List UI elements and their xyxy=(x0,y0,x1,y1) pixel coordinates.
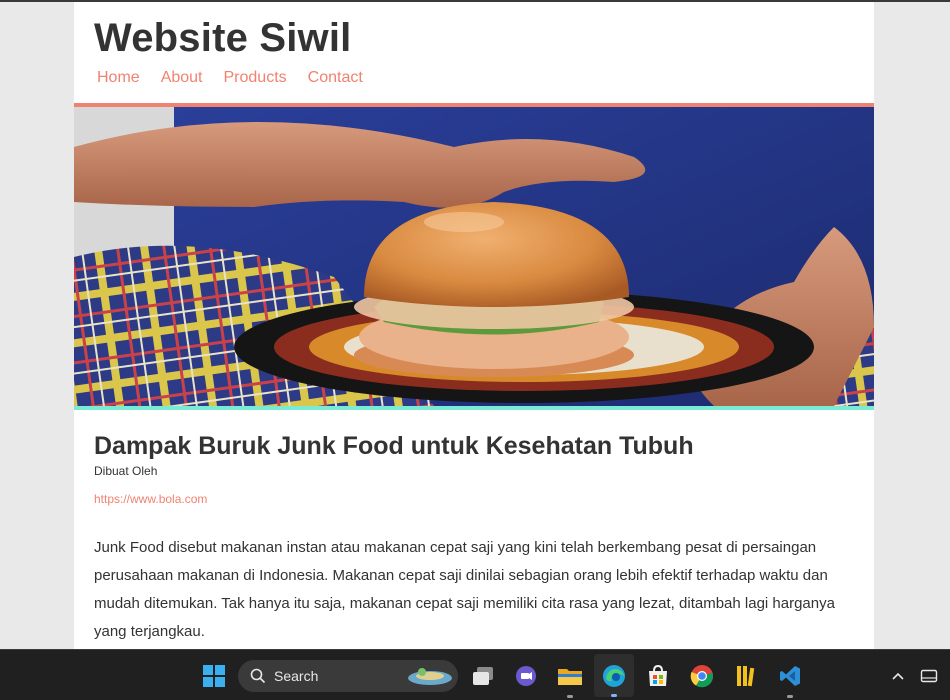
active-indicator xyxy=(611,694,617,697)
search-highlight-icon xyxy=(404,664,454,688)
active-indicator xyxy=(787,695,793,698)
nav-products[interactable]: Products xyxy=(224,69,287,87)
source-link[interactable]: https://www.bola.com xyxy=(94,492,207,506)
search-icon xyxy=(250,668,266,684)
nav-home[interactable]: Home xyxy=(97,69,140,87)
author-label: Dibuat Oleh xyxy=(94,464,158,478)
store-icon[interactable] xyxy=(644,650,672,700)
tray-icon[interactable] xyxy=(918,650,940,700)
edge-icon[interactable] xyxy=(594,654,634,697)
file-explorer-icon[interactable] xyxy=(556,650,584,700)
nav-contact[interactable]: Contact xyxy=(308,69,363,87)
chevron-up-icon[interactable] xyxy=(888,650,908,700)
article-paragraph: Junk Food disebut makanan instan atau ma… xyxy=(94,539,835,640)
taskbar: Search xyxy=(0,649,950,700)
chrome-icon[interactable] xyxy=(688,650,716,700)
hero-image xyxy=(74,103,874,410)
nav-about[interactable]: About xyxy=(161,69,203,87)
windows-start-icon[interactable] xyxy=(200,650,228,700)
page-container: Website Siwil Home About Products Contac… xyxy=(74,2,874,649)
task-view-icon[interactable] xyxy=(469,650,497,700)
active-indicator xyxy=(567,695,573,698)
library-icon[interactable] xyxy=(732,650,760,700)
search-label: Search xyxy=(274,668,319,684)
teams-chat-icon[interactable] xyxy=(512,650,540,700)
article-title: Dampak Buruk Junk Food untuk Kesehatan T… xyxy=(94,432,694,460)
site-title: Website Siwil xyxy=(94,16,352,60)
main-nav: Home About Products Contact xyxy=(97,69,384,87)
taskbar-search-input[interactable]: Search xyxy=(238,660,458,692)
vscode-icon[interactable] xyxy=(776,650,804,700)
burger-photo xyxy=(74,107,874,406)
